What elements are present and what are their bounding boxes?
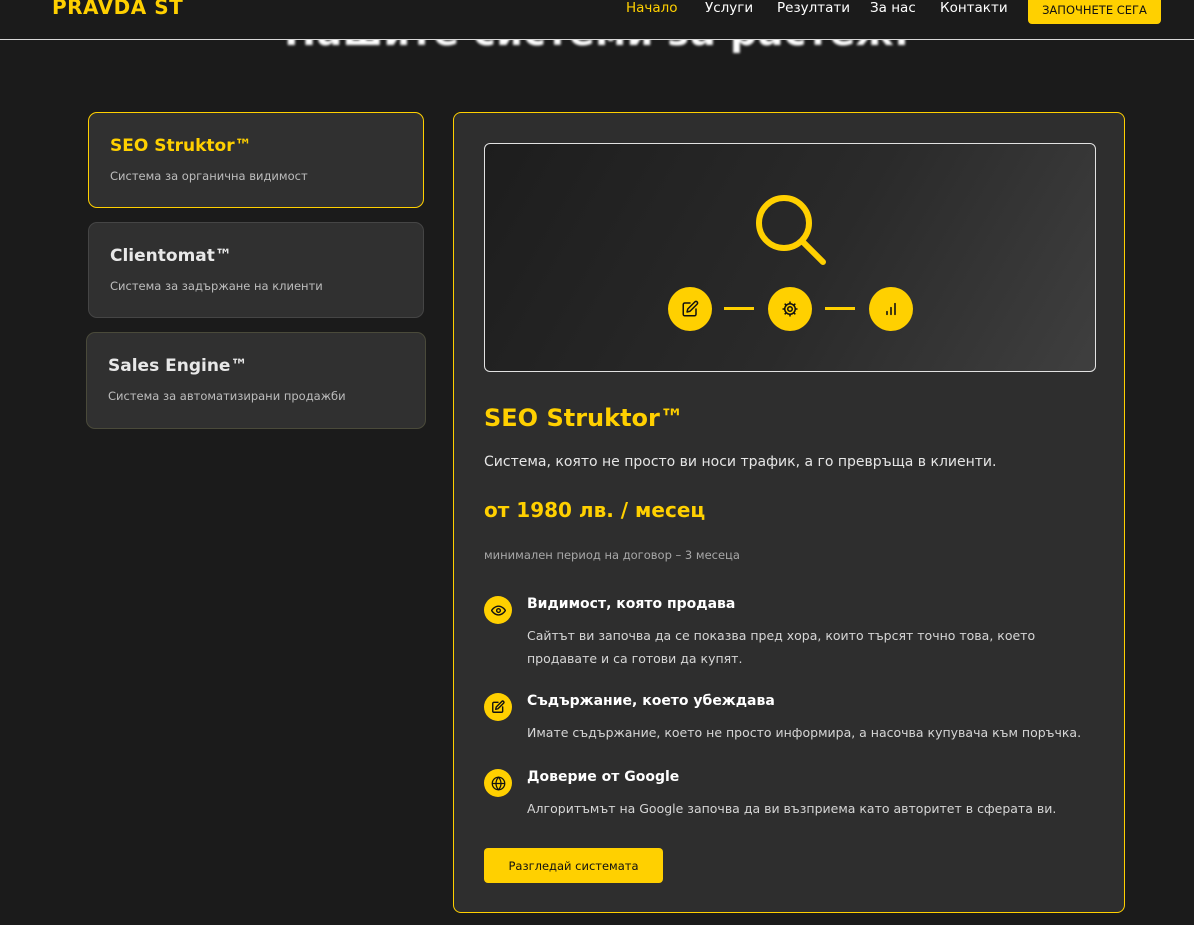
connector-line [825, 307, 855, 310]
nav-link-about[interactable]: За нас [870, 0, 916, 16]
feature-title: Видимост, която продава [527, 596, 736, 612]
system-title: SEO Struktor™ [484, 404, 684, 432]
edit-icon [668, 287, 712, 331]
logo[interactable]: PRAVDA ST [52, 0, 183, 19]
system-price: от 1980 лв. / месец [484, 498, 706, 522]
eye-icon [484, 596, 512, 624]
system-illustration [484, 143, 1096, 372]
system-description: Система, която не просто ви носи трафик,… [484, 454, 997, 470]
feature-item: Видимост, която продава Сайтът ви започв… [484, 596, 1094, 676]
nav-link-results[interactable]: Резултати [777, 0, 850, 16]
search-icon [753, 192, 829, 272]
start-now-button[interactable]: ЗАПОЧНЕТЕ СЕГА [1028, 0, 1161, 24]
system-detail-panel: SEO Struktor™ Система, която не просто в… [453, 112, 1125, 913]
contract-note: минимален период на договор – 3 месеца [484, 548, 740, 562]
edit-icon [484, 693, 512, 721]
nav-link-services[interactable]: Услуги [705, 0, 753, 16]
tab-clientomat[interactable]: Clientomat™ Система за задържане на клие… [88, 222, 424, 318]
nav-link-home[interactable]: Начало [626, 0, 678, 16]
tab-subtitle: Система за автоматизирани продажби [108, 389, 346, 403]
connector-line [724, 307, 754, 310]
tab-title: Sales Engine™ [108, 356, 248, 376]
tab-sales-engine[interactable]: Sales Engine™ Система за автоматизирани … [86, 332, 426, 429]
feature-title: Доверие от Google [527, 769, 680, 785]
nav-link-contacts[interactable]: Контакти [940, 0, 1008, 16]
tab-title: SEO Struktor™ [110, 136, 252, 156]
tab-subtitle: Система за задържане на клиенти [110, 279, 323, 293]
site-header: PRAVDA ST Начало Услуги Резултати За нас… [0, 0, 1194, 40]
bar-chart-icon [869, 287, 913, 331]
feature-text: Алгоритъмът на Google започва да ви възп… [527, 801, 1057, 816]
gear-icon [768, 287, 812, 331]
globe-icon [484, 769, 512, 797]
view-system-button[interactable]: Разгледай системата [484, 848, 663, 883]
feature-item: Съдържание, което убеждава Имате съдържа… [484, 693, 1094, 753]
feature-text: Имате съдържание, което не просто информ… [527, 725, 1082, 740]
tab-subtitle: Система за органична видимост [110, 169, 308, 183]
feature-text: Сайтът ви започва да се показва пред хор… [527, 628, 1036, 666]
tab-title: Clientomat™ [110, 246, 232, 266]
feature-item: Доверие от Google Алгоритъмът на Google … [484, 769, 1094, 829]
feature-title: Съдържание, което убеждава [527, 693, 775, 709]
tab-seo-struktor[interactable]: SEO Struktor™ Система за органична видим… [88, 112, 424, 208]
